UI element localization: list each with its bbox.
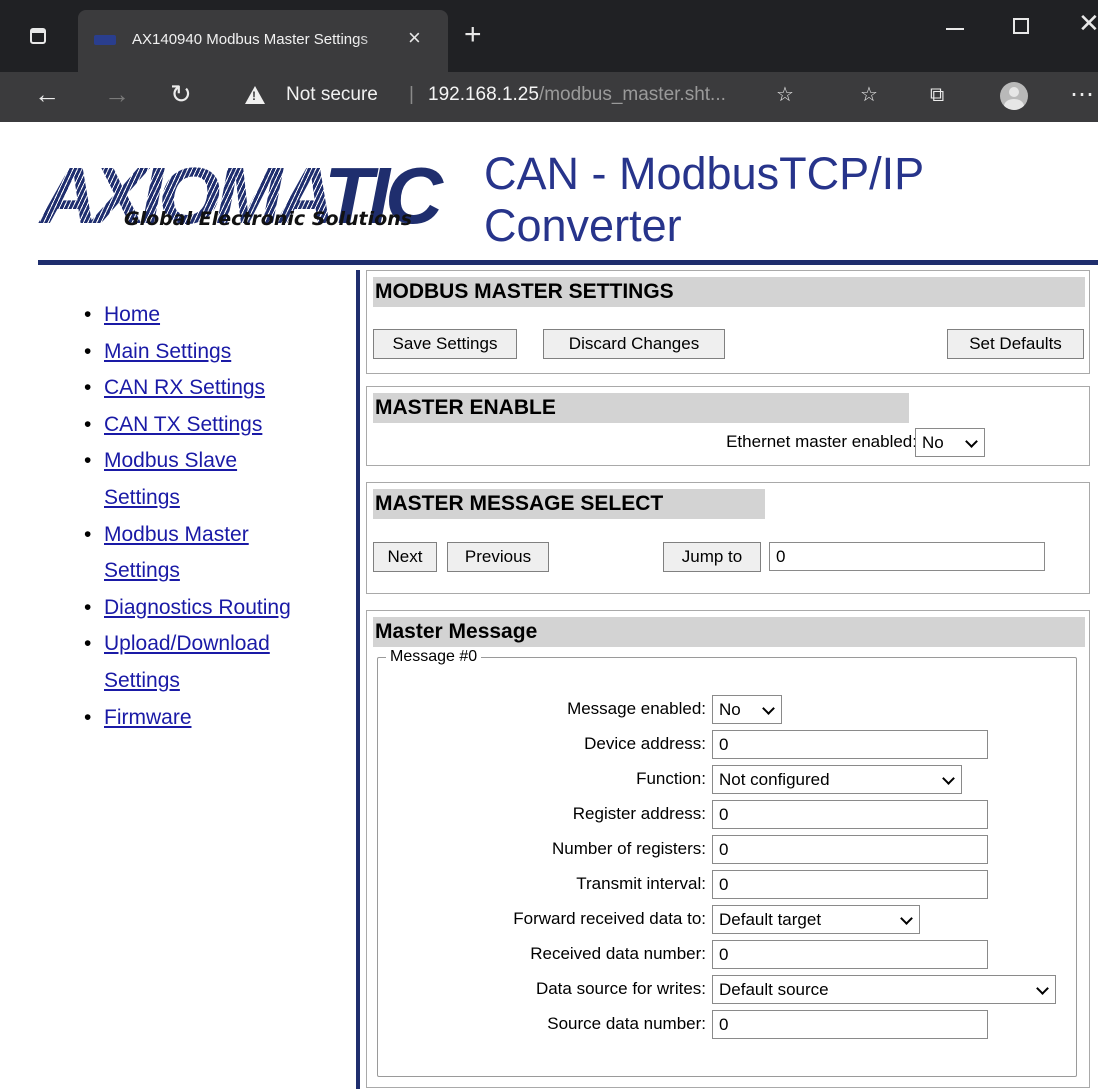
- url-host: 192.168.1.25: [428, 84, 539, 105]
- master-enable-section: MASTER ENABLE Ethernet master enabled: N…: [366, 386, 1090, 466]
- transmit-interval-input[interactable]: 0: [712, 870, 988, 899]
- message-select-section: MASTER MESSAGE SELECT Next Previous Jump…: [366, 482, 1090, 594]
- sidebar-link[interactable]: CAN RX Settings: [104, 376, 265, 399]
- url-field[interactable]: 192.168.1.25/modbus_master.sht...: [428, 84, 726, 106]
- device-address-label: Device address:: [584, 734, 706, 753]
- ethernet-master-label: Ethernet master enabled:: [726, 432, 917, 451]
- source-data-number-input[interactable]: 0: [712, 1010, 988, 1039]
- sidebar-link[interactable]: Home: [104, 303, 160, 326]
- message-enabled-select[interactable]: No: [712, 695, 782, 724]
- header-divider: [38, 260, 1098, 265]
- url-separator: |: [409, 84, 414, 105]
- function-label: Function:: [636, 769, 706, 788]
- chevron-down-icon: [965, 435, 978, 448]
- master-message-section: Master Message Message #0 Message enable…: [366, 610, 1090, 1088]
- chevron-down-icon: [762, 702, 775, 715]
- tab-actions-icon[interactable]: [30, 28, 46, 44]
- sidebar-item-home[interactable]: Home: [78, 297, 348, 334]
- forward-received-label: Forward received data to:: [513, 909, 706, 928]
- set-defaults-button[interactable]: Set Defaults: [947, 329, 1084, 359]
- transmit-interval-label: Transmit interval:: [576, 874, 706, 893]
- number-of-registers-label: Number of registers:: [552, 839, 706, 858]
- sidebar-link[interactable]: Diagnostics Routing: [104, 596, 291, 619]
- page-title: CAN - ModbusTCP/IP Converter: [484, 148, 924, 251]
- save-settings-button[interactable]: Save Settings: [373, 329, 517, 359]
- register-address-input[interactable]: 0: [712, 800, 988, 829]
- collections-icon[interactable]: ⧉: [930, 84, 944, 106]
- minimize-icon[interactable]: [946, 28, 964, 30]
- content-divider: [356, 270, 360, 1089]
- browser-tab-bar: AX140940 Modbus Master Settings × + ✕: [0, 0, 1098, 72]
- message-select-heading: MASTER MESSAGE SELECT: [373, 489, 765, 519]
- sidebar-item-firmware[interactable]: Firmware: [78, 700, 348, 737]
- master-enable-heading: MASTER ENABLE: [373, 393, 909, 423]
- sidebar-link[interactable]: CAN TX Settings: [104, 413, 262, 436]
- register-address-label: Register address:: [572, 804, 706, 823]
- site-favicon-icon: [94, 35, 116, 45]
- new-tab-icon[interactable]: +: [464, 20, 482, 50]
- add-favorite-icon[interactable]: ☆: [776, 84, 794, 106]
- chevron-down-icon: [1036, 982, 1049, 995]
- sidebar-link[interactable]: Upload/Download Settings: [104, 632, 270, 692]
- discard-changes-button[interactable]: Discard Changes: [543, 329, 725, 359]
- received-data-number-input[interactable]: 0: [712, 940, 988, 969]
- browser-tab[interactable]: AX140940 Modbus Master Settings ×: [78, 10, 448, 72]
- url-path: /modbus_master.sht...: [538, 84, 726, 105]
- close-tab-icon[interactable]: ×: [408, 27, 421, 49]
- device-address-input[interactable]: 0: [712, 730, 988, 759]
- sidebar-link[interactable]: Modbus Master Settings: [104, 523, 249, 583]
- message-fieldset: Message #0 Message enabled: No Device ad…: [377, 647, 1077, 1077]
- number-of-registers-input[interactable]: 0: [712, 835, 988, 864]
- sidebar-item-upload-download-settings[interactable]: Upload/Download Settings: [78, 626, 308, 699]
- profile-icon[interactable]: [1000, 82, 1028, 110]
- sidebar-item-main-settings[interactable]: Main Settings: [78, 334, 348, 371]
- settings-heading: MODBUS MASTER SETTINGS: [373, 277, 1085, 307]
- sidebar-nav: Home Main Settings CAN RX Settings CAN T…: [78, 297, 348, 736]
- master-message-heading: Master Message: [373, 617, 1085, 647]
- refresh-icon[interactable]: ↻: [170, 80, 192, 108]
- sidebar-item-can-rx-settings[interactable]: CAN RX Settings: [78, 370, 348, 407]
- chevron-down-icon: [942, 772, 955, 785]
- logo-tagline: Global Electronic Solutions: [124, 208, 413, 230]
- warning-icon[interactable]: [245, 86, 265, 104]
- ethernet-master-select[interactable]: No: [915, 428, 985, 457]
- tab-title: AX140940 Modbus Master Settings: [132, 31, 368, 48]
- settings-section: MODBUS MASTER SETTINGS Save Settings Dis…: [366, 270, 1090, 374]
- chevron-down-icon: [900, 912, 913, 925]
- back-icon[interactable]: ←: [34, 80, 60, 108]
- sidebar-item-can-tx-settings[interactable]: CAN TX Settings: [78, 407, 348, 444]
- maximize-icon[interactable]: [1013, 18, 1029, 34]
- message-legend: Message #0: [386, 647, 482, 667]
- forward-icon[interactable]: →: [104, 80, 130, 108]
- axiomatic-logo: AXIOMATIC Global Electronic Solutions: [40, 150, 470, 260]
- received-data-number-label: Received data number:: [530, 944, 706, 963]
- sidebar-link[interactable]: Modbus Slave Settings: [104, 449, 237, 509]
- sidebar-item-modbus-master-settings[interactable]: Modbus Master Settings: [78, 517, 288, 590]
- close-window-icon[interactable]: ✕: [1078, 10, 1098, 36]
- data-source-writes-select[interactable]: Default source: [712, 975, 1056, 1004]
- more-icon[interactable]: ⋯: [1070, 80, 1094, 109]
- message-enabled-label: Message enabled:: [567, 699, 706, 718]
- forward-received-select[interactable]: Default target: [712, 905, 920, 934]
- data-source-writes-label: Data source for writes:: [535, 979, 706, 998]
- source-data-number-label: Source data number:: [547, 1014, 706, 1033]
- jump-to-button[interactable]: Jump to: [663, 542, 761, 572]
- sidebar-link[interactable]: Firmware: [104, 706, 192, 729]
- previous-button[interactable]: Previous: [447, 542, 549, 572]
- favorites-icon[interactable]: ☆: [860, 84, 878, 106]
- sidebar-item-diagnostics-routing[interactable]: Diagnostics Routing: [78, 590, 348, 627]
- function-select[interactable]: Not configured: [712, 765, 962, 794]
- next-button[interactable]: Next: [373, 542, 437, 572]
- security-label[interactable]: Not secure: [286, 84, 378, 106]
- sidebar-item-modbus-slave-settings[interactable]: Modbus Slave Settings: [78, 443, 288, 516]
- sidebar-link[interactable]: Main Settings: [104, 340, 231, 363]
- jump-to-input[interactable]: 0: [769, 542, 1045, 571]
